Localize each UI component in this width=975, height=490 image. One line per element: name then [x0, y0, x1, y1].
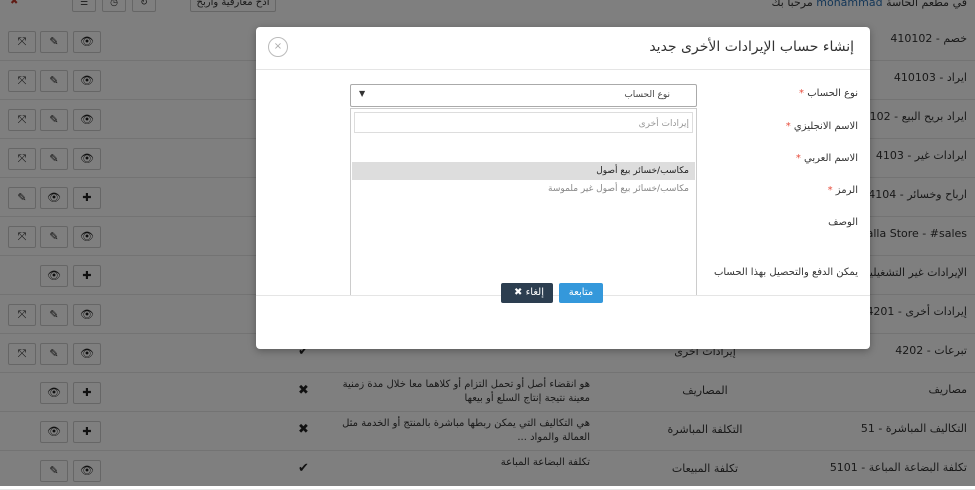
dropdown-group-label: إيرادات أخرى: [638, 119, 689, 129]
close-icon: ✖: [514, 287, 523, 298]
continue-button[interactable]: متابعة: [559, 283, 603, 303]
english-name-label: الاسم الانجليزي *: [785, 121, 858, 132]
caret-down-icon: ▼: [359, 89, 366, 98]
arabic-name-label: الاسم العربي *: [795, 153, 858, 164]
description-label: الوصف: [828, 217, 858, 228]
code-label: الرمز *: [827, 185, 858, 196]
cancel-button[interactable]: ✖ إلغاء: [501, 283, 553, 303]
dropdown-option[interactable]: مكاسب/خسائر بيع أصول: [352, 162, 695, 180]
modal-title: إنشاء حساب الإيرادات الأخرى جديد: [649, 39, 854, 55]
modal-footer: [256, 295, 870, 350]
modal-header: × إنشاء حساب الإيرادات الأخرى جديد: [256, 27, 870, 70]
dropdown-option[interactable]: مكاسب/خسائر بيع أصول غير ملموسة: [352, 180, 695, 198]
account-type-label: نوع الحساب *: [799, 88, 858, 99]
account-type-value: نوع الحساب: [624, 90, 670, 100]
modal-close-button[interactable]: ×: [268, 37, 288, 57]
account-type-dropdown: إيرادات أخرى مكاسب/خسائر بيع أصول مكاسب/…: [350, 108, 697, 296]
payable-label: يمكن الدفع والتحصيل بهذا الحساب: [713, 267, 858, 278]
account-type-select[interactable]: ▼ نوع الحساب: [350, 84, 697, 107]
